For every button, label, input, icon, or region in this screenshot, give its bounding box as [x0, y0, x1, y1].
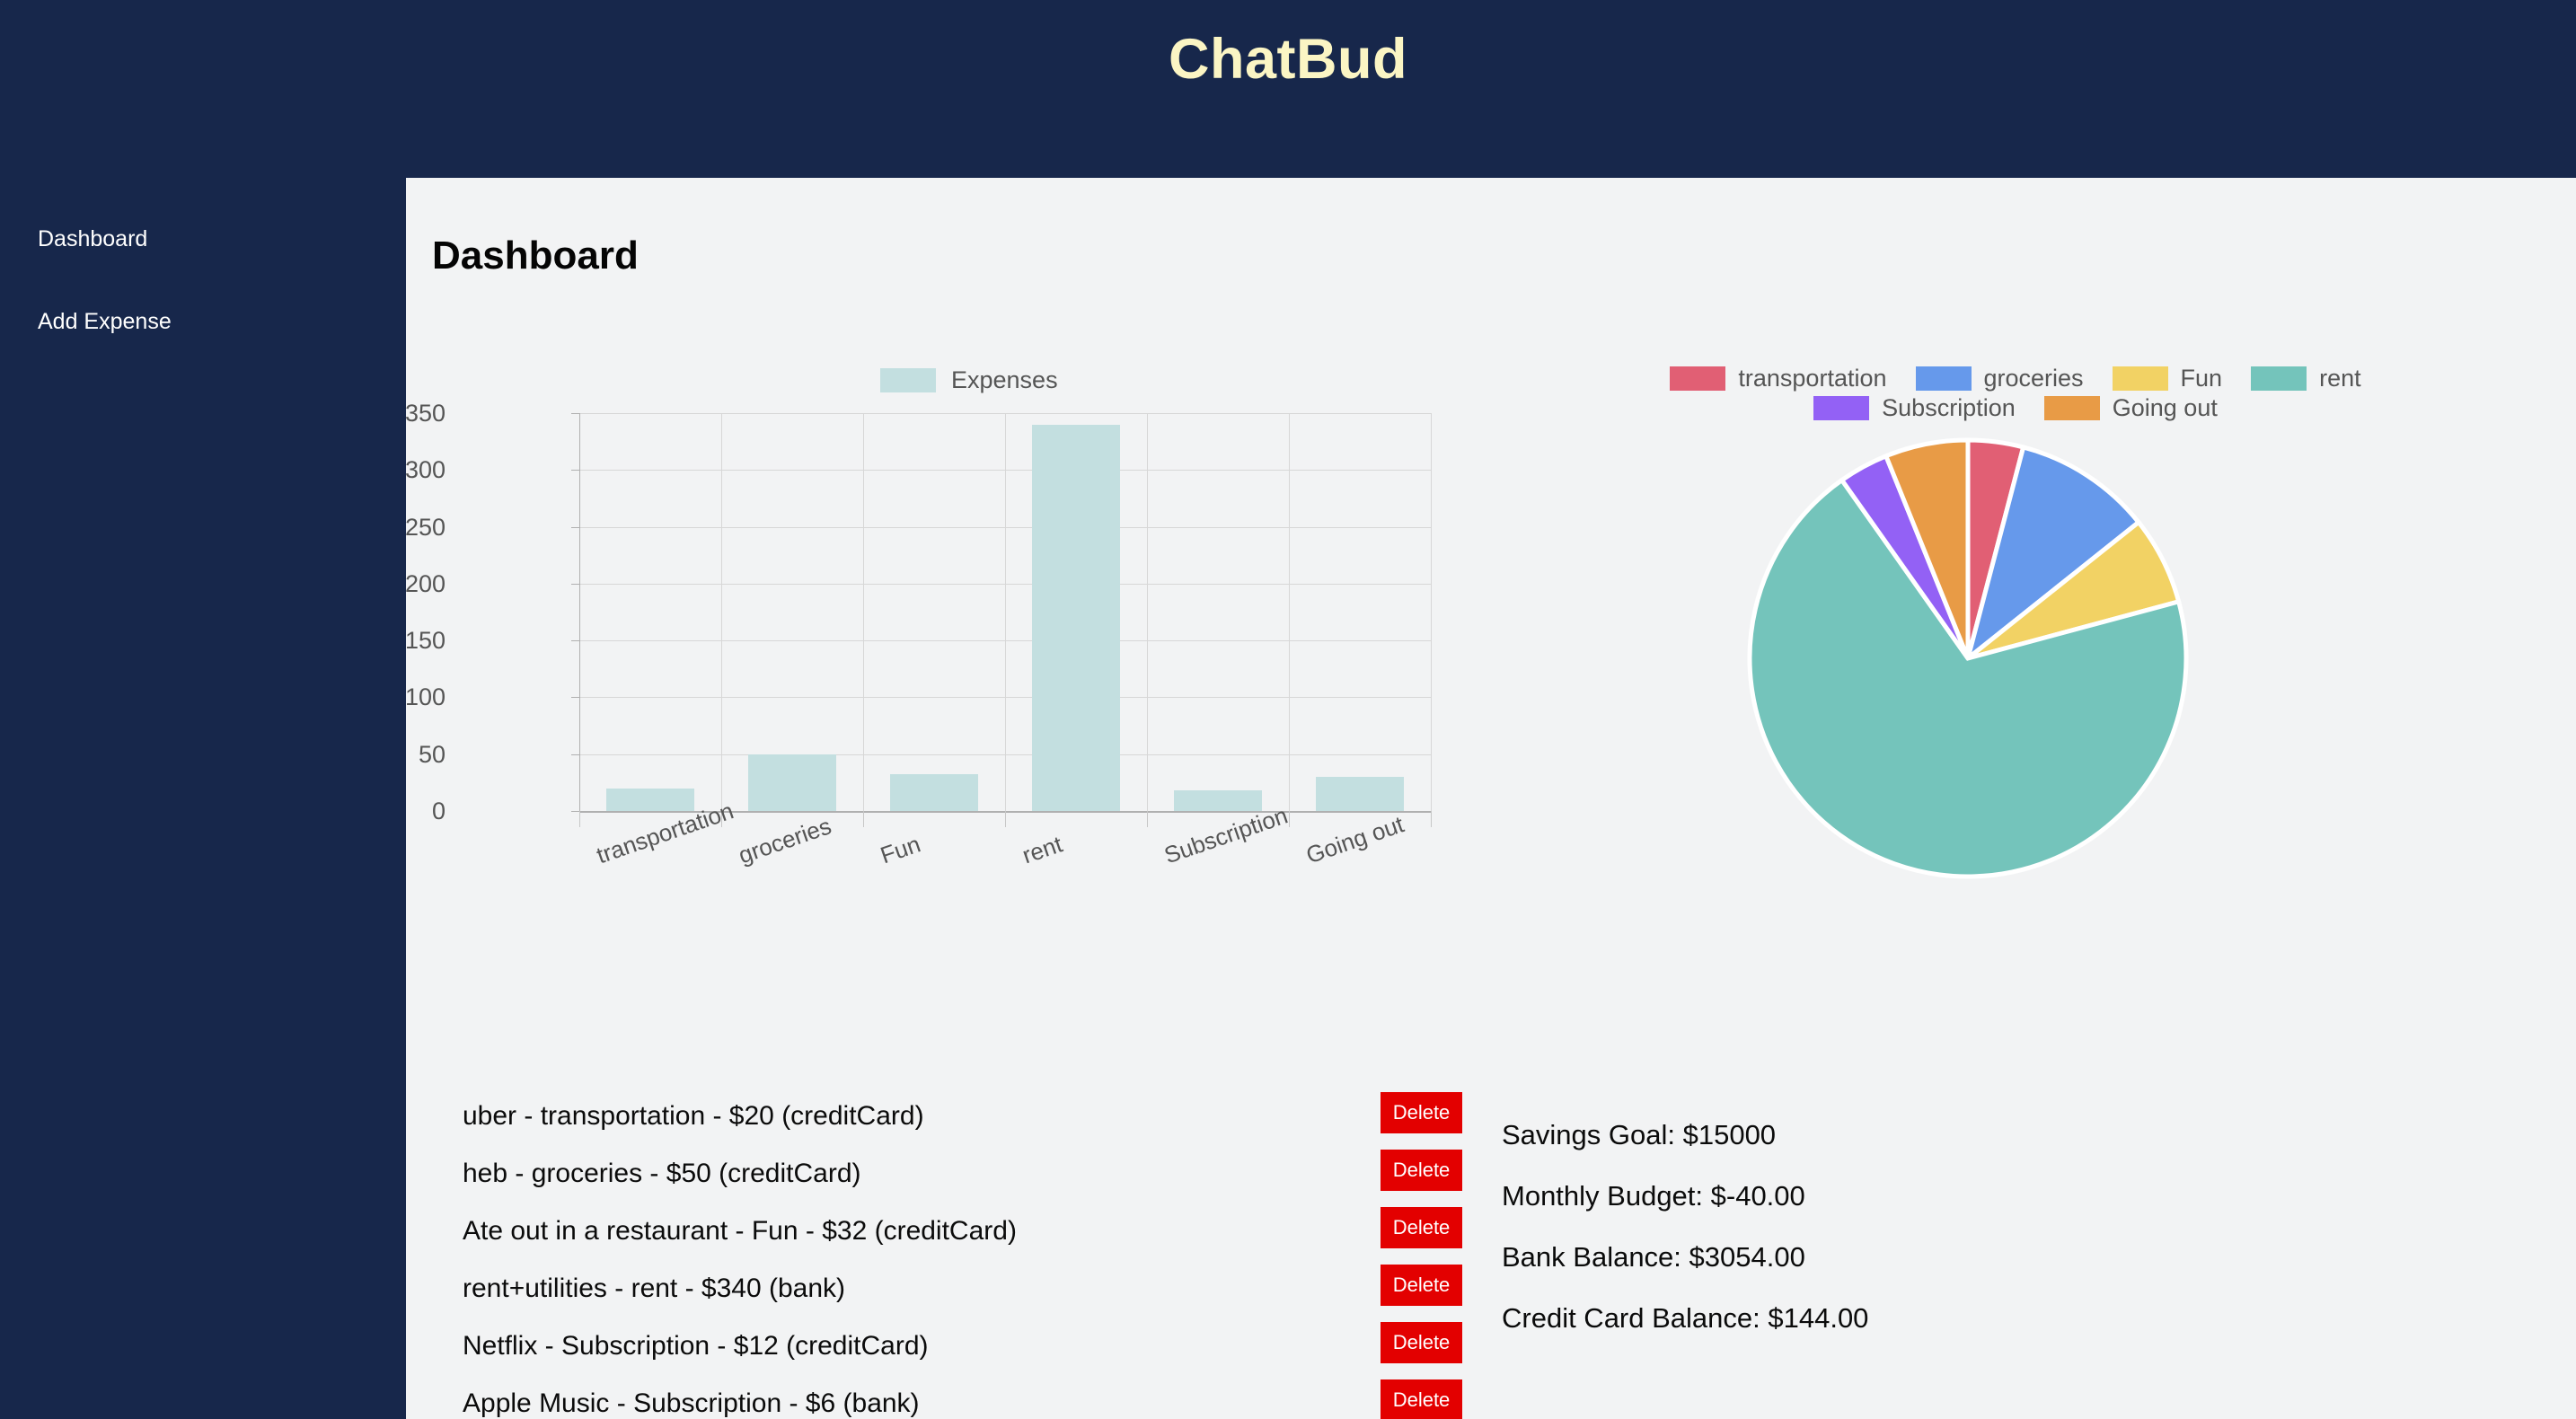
expense-row: rent+utilities - rent - $340 (bank) Delet…	[406, 1265, 1529, 1322]
pie-legend-label: Going out	[2112, 394, 2218, 421]
pie-legend-item[interactable]: groceries	[1915, 365, 2084, 392]
bar-chart-x-tick-mark	[1431, 811, 1432, 827]
bar-chart-bar[interactable]	[606, 788, 694, 811]
bar-chart-x-tick-mark	[579, 811, 580, 827]
sidebar-item-dashboard[interactable]: Dashboard	[38, 228, 147, 251]
bar-chart-bar[interactable]	[748, 754, 836, 811]
delete-expense-button[interactable]: Delete	[1381, 1092, 1462, 1133]
bar-chart-y-tick-mark	[571, 470, 579, 472]
bar-chart-x-tick-mark	[1147, 811, 1148, 827]
summary-stat: Savings Goal: $15000	[1502, 1119, 1777, 1150]
bar-chart-x-tick-label: groceries	[735, 812, 835, 869]
app-title: ChatBud	[1169, 27, 1407, 91]
bar-chart-y-tick-mark	[571, 811, 579, 812]
expense-row: Ate out in a restaurant - Fun - $32 (cre…	[406, 1207, 1529, 1265]
bar-chart-y-tick-label: 0	[431, 798, 446, 824]
pie-legend-label: groceries	[1983, 365, 2084, 392]
pie-legend-item[interactable]: transportation	[1670, 365, 1887, 392]
bar-chart-y-tick-mark	[571, 640, 579, 642]
pie-legend-label: Subscription	[1882, 394, 2016, 421]
expense-description: heb - groceries - $50 (creditCard)	[463, 1159, 861, 1188]
bar-legend-swatch	[880, 368, 936, 392]
pie-legend-label: Fun	[2180, 365, 2223, 392]
app-root: ChatBud Dashboard Add Expense Dashboard …	[0, 0, 2576, 1419]
bar-chart-x-tick-label: rent	[1019, 830, 1066, 869]
expense-row: Apple Music - Subscription - $6 (bank) De…	[406, 1379, 1529, 1419]
bar-chart-gridline-vertical	[1005, 413, 1006, 811]
summary-stat: Monthly Budget: $-40.00	[1502, 1180, 1805, 1212]
expense-description: Netflix - Subscription - $12 (creditCard…	[463, 1331, 929, 1361]
bar-chart-gridline-vertical	[721, 413, 722, 811]
bar-chart-y-tick-label: 350	[404, 400, 446, 427]
pie-legend-swatch	[1813, 396, 1870, 420]
bar-chart-bar[interactable]	[1032, 424, 1120, 811]
expenses-pie-chart: transportation groceries Fun rent Subscript…	[1529, 357, 2517, 879]
bar-chart-y-tick-mark	[571, 526, 579, 528]
delete-expense-button[interactable]: Delete	[1381, 1207, 1462, 1248]
pie-chart-graphic	[1747, 437, 2189, 879]
pie-legend-swatch	[2112, 366, 2168, 391]
expense-list: uber - transportation - $20 (creditCard)…	[406, 1092, 1529, 1419]
bar-chart-x-tick-mark	[863, 811, 864, 827]
bar-chart-y-tick-label: 150	[404, 627, 446, 655]
summary-panel: Savings Goal: $15000 Monthly Budget: $-40…	[1502, 1121, 2310, 1365]
delete-expense-button[interactable]: Delete	[1381, 1322, 1462, 1363]
pie-legend-swatch	[1670, 366, 1726, 391]
bar-chart-bar[interactable]	[1174, 790, 1262, 811]
bar-chart-gridline-vertical	[1289, 413, 1290, 811]
bar-chart-plot-area: 0 50 100 150 200 250 300 350 transportation groce…	[405, 401, 1432, 868]
bar-chart-x-tick-label: Going out	[1302, 810, 1407, 869]
bar-chart-bar[interactable]	[1316, 777, 1404, 811]
bar-chart-y-tick-label: 200	[404, 569, 446, 597]
bar-chart-x-tick-mark	[1005, 811, 1006, 827]
sidebar: Dashboard Add Expense	[0, 178, 406, 1419]
pie-chart-legend: transportation groceries Fun rent Subscript…	[1529, 366, 2517, 426]
bar-chart-y-tick-label: 300	[404, 456, 446, 484]
expense-row: heb - groceries - $50 (creditCard) Delete	[406, 1150, 1529, 1207]
page-title: Dashboard	[432, 234, 639, 278]
main-content: Dashboard Expenses 0 50 100 150 200 250 300 350…	[405, 178, 2576, 1419]
app-header: ChatBud	[0, 0, 2576, 178]
pie-legend-swatch	[2251, 366, 2307, 391]
bar-chart-y-tick-label: 250	[404, 513, 446, 541]
expenses-bar-chart: Expenses 0 50 100 150 200 250 300 350 transporta…	[405, 357, 1452, 868]
delete-expense-button[interactable]: Delete	[1381, 1150, 1462, 1191]
summary-stat: Credit Card Balance: $144.00	[1502, 1302, 1869, 1334]
bar-chart-y-tick-mark	[571, 583, 579, 585]
expense-description: rent+utilities - rent - $340 (bank)	[463, 1274, 846, 1303]
expense-description: Apple Music - Subscription - $6 (bank)	[463, 1388, 920, 1418]
bar-chart-legend: Expenses	[880, 368, 1058, 392]
delete-expense-button[interactable]: Delete	[1381, 1265, 1462, 1306]
pie-legend-label: transportation	[1738, 365, 1887, 392]
bar-chart-y-tick-label: 50	[418, 740, 446, 768]
bar-chart-gridline-vertical	[1431, 413, 1432, 811]
expense-description: uber - transportation - $20 (creditCard)	[463, 1101, 924, 1131]
expense-row: Netflix - Subscription - $12 (creditCard…	[406, 1322, 1529, 1379]
bar-chart-bar[interactable]	[890, 774, 978, 811]
bar-chart-y-tick-label: 100	[404, 683, 446, 711]
pie-legend-item[interactable]: rent	[2251, 366, 2361, 391]
bar-chart-gridline-vertical	[863, 413, 864, 811]
pie-legend-label: rent	[2319, 365, 2361, 392]
bar-chart-x-tick-label: Subscription	[1160, 801, 1292, 869]
bar-chart-y-tick-mark	[571, 697, 579, 699]
pie-legend-swatch	[2043, 396, 2100, 420]
bar-chart-x-tick-label: Fun	[877, 830, 924, 869]
pie-legend-item[interactable]: Fun	[2112, 365, 2223, 392]
pie-legend-swatch	[1915, 366, 1972, 391]
bar-chart-gridline-vertical	[579, 413, 580, 811]
sidebar-item-add-expense[interactable]: Add Expense	[38, 311, 172, 333]
expense-row: uber - transportation - $20 (creditCard)…	[406, 1092, 1529, 1150]
expense-description: Ate out in a restaurant - Fun - $32 (cre…	[463, 1216, 1017, 1246]
bar-chart-gridline-vertical	[1147, 413, 1148, 811]
delete-expense-button[interactable]: Delete	[1381, 1379, 1462, 1419]
bar-chart-y-tick-mark	[571, 413, 579, 414]
bar-legend-label: Expenses	[951, 366, 1058, 393]
pie-legend-item[interactable]: Going out	[2043, 394, 2218, 421]
pie-legend-item[interactable]: Subscription	[1813, 396, 2016, 420]
bar-chart-y-tick-mark	[571, 754, 579, 755]
summary-stat: Bank Balance: $3054.00	[1502, 1241, 1805, 1273]
